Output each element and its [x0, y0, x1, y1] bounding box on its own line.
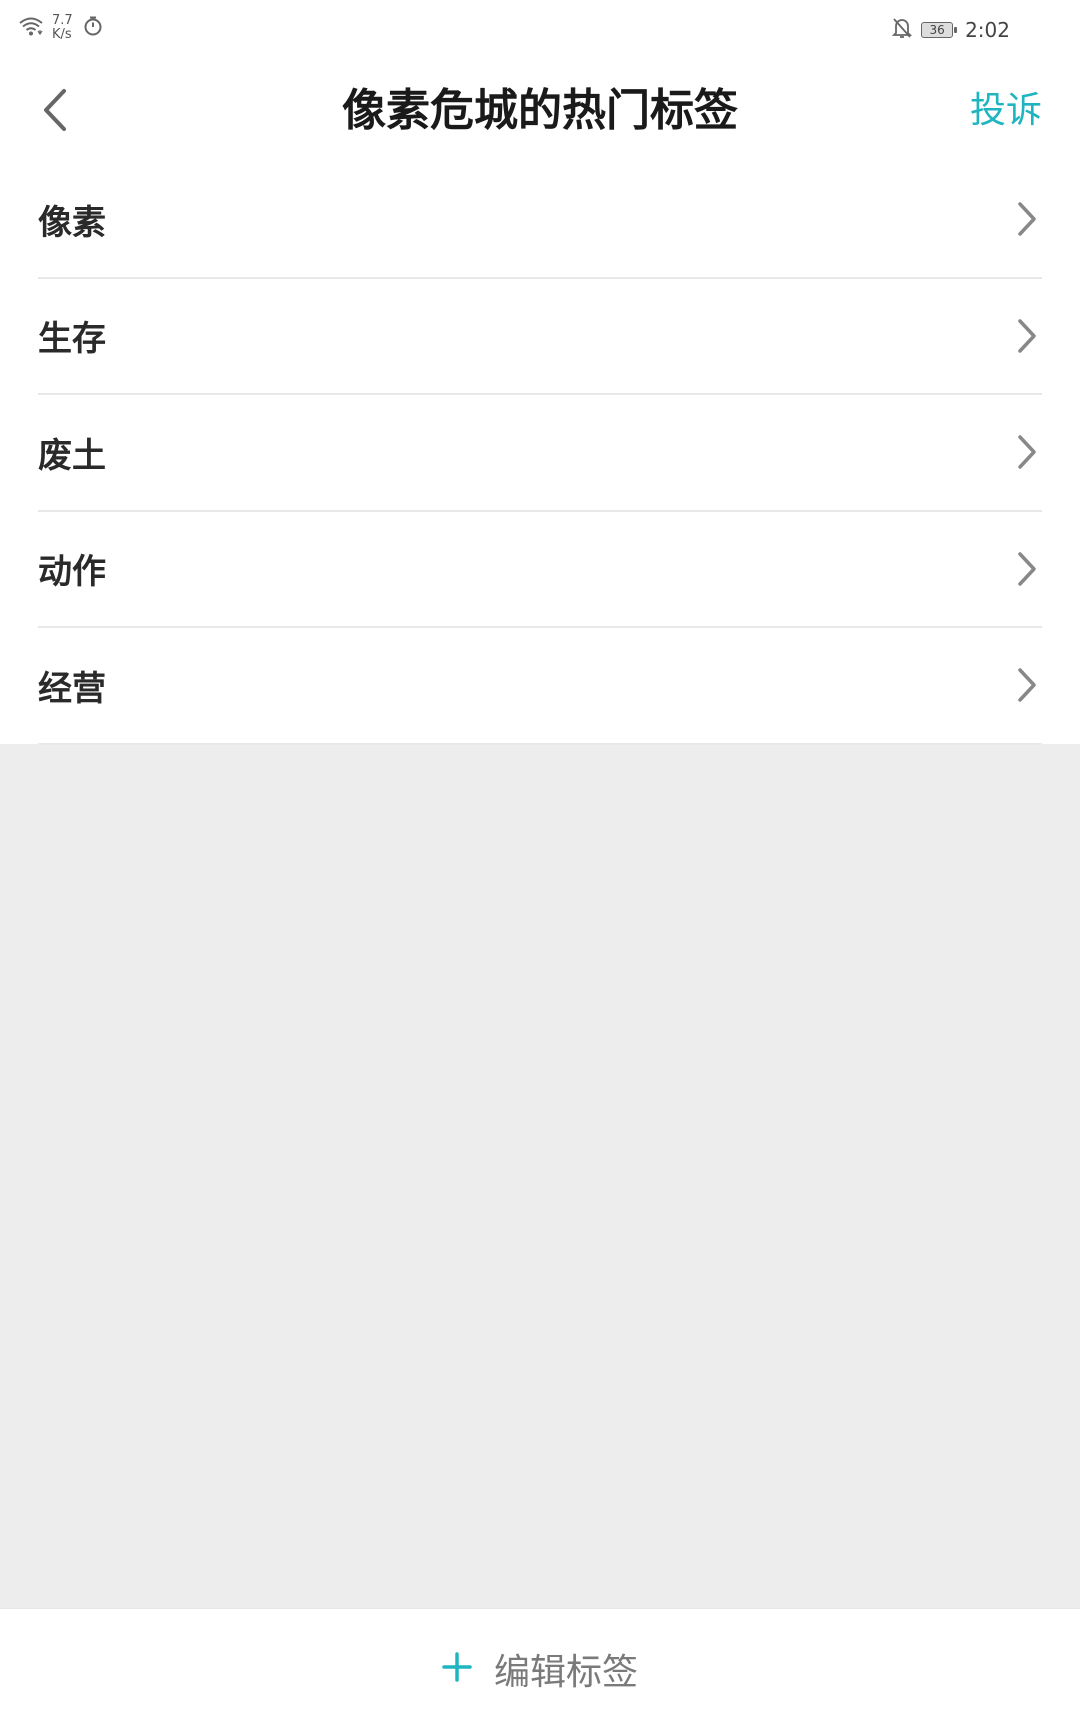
tag-label: 废土: [38, 435, 106, 476]
tag-label: 像素: [38, 202, 106, 243]
wifi-icon: [18, 15, 44, 41]
list-item[interactable]: 像素: [38, 162, 1042, 279]
edit-tags-label: 编辑标签: [493, 1651, 638, 1693]
net-speed-unit: K/s: [52, 27, 72, 42]
net-speed-value: 7.7: [52, 13, 73, 28]
report-button[interactable]: 投诉: [970, 86, 1042, 136]
chevron-right-icon: [1012, 199, 1042, 239]
header: 像素危城的热门标签 投诉: [0, 62, 1080, 162]
list-item[interactable]: 生存: [38, 279, 1042, 395]
chevron-right-icon: [1012, 316, 1042, 356]
tag-label: 经营: [38, 668, 106, 709]
clock: 2:02: [965, 18, 1010, 42]
status-right: 36 2:02: [891, 16, 1010, 44]
chevron-right-icon: [1012, 665, 1042, 705]
chevron-right-icon: [1012, 549, 1042, 589]
net-speed: 7.7 K/s: [52, 14, 73, 42]
page-title: 像素危城的热门标签: [342, 85, 738, 136]
chevron-right-icon: [1012, 432, 1042, 472]
tag-list: 像素 生存 废土 动作 经营: [0, 162, 1080, 745]
battery-icon: 36: [921, 22, 958, 38]
bell-off-icon: [891, 16, 913, 44]
list-item[interactable]: 废土: [38, 395, 1042, 512]
tag-label: 生存: [38, 319, 106, 360]
edit-tags-button[interactable]: 编辑标签: [442, 1643, 638, 1695]
list-item[interactable]: 动作: [38, 512, 1042, 628]
tag-label: 动作: [38, 552, 106, 593]
list-item[interactable]: 经营: [38, 628, 1042, 745]
status-left: 7.7 K/s: [18, 14, 103, 42]
status-bar: 7.7 K/s 36 2:02: [0, 0, 1080, 62]
screen: 7.7 K/s 36 2:02 像素危城的热门标签 投诉 像素 生存 废土 动作…: [0, 0, 1080, 1728]
bottom-bar: 编辑标签: [0, 1608, 1080, 1728]
timer-icon: [83, 15, 103, 41]
plus-icon: [442, 1651, 472, 1686]
